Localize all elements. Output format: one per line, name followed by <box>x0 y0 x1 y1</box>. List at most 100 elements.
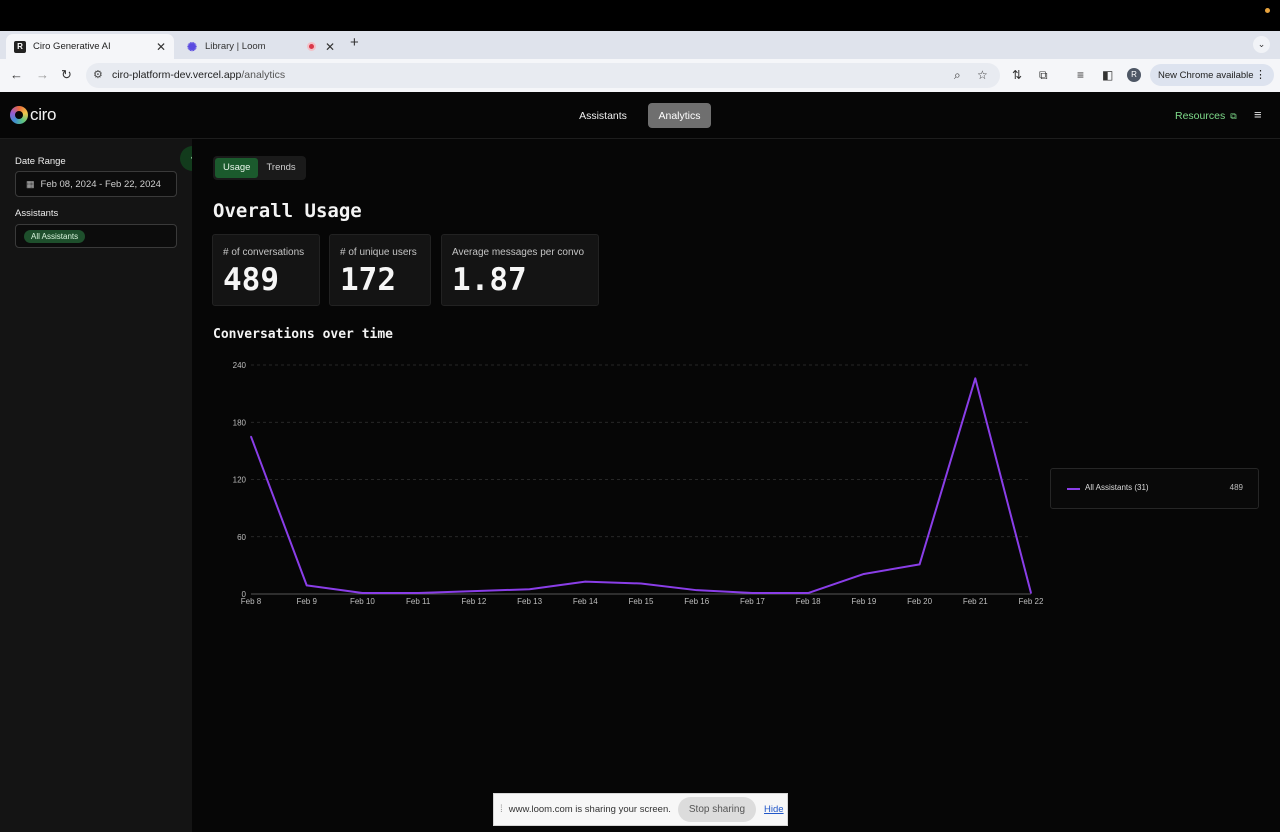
stat-label: # of unique users <box>340 247 417 258</box>
y-tick-label: 240 <box>233 361 247 370</box>
chrome-menu-icon[interactable]: ⋮ <box>1255 68 1266 81</box>
loom-favicon-icon: ✺ <box>186 39 198 54</box>
data-point <box>417 592 419 594</box>
logo-text: ciro <box>30 105 57 124</box>
analytics-main: Usage Trends Overall Usage # of conversa… <box>192 139 1280 832</box>
x-tick-label: Feb 19 <box>851 597 876 606</box>
url-host: ciro-platform-dev.vercel.app <box>112 69 242 81</box>
y-tick-label: 120 <box>233 476 247 485</box>
x-tick-label: Feb 16 <box>684 597 709 606</box>
data-point <box>974 377 977 380</box>
url-path: /analytics <box>241 69 286 81</box>
x-tick-label: Feb 10 <box>350 597 375 606</box>
x-tick-label: Feb 12 <box>461 597 486 606</box>
data-point <box>361 592 364 594</box>
stat-value: 172 <box>340 262 396 298</box>
resources-link[interactable]: Resources ⧉ <box>1175 110 1237 122</box>
legend-swatch <box>1067 488 1080 490</box>
site-info-icon[interactable]: ⚙ <box>93 68 103 81</box>
stop-sharing-button[interactable]: Stop sharing <box>677 797 757 822</box>
x-tick-label: Feb 13 <box>517 597 542 606</box>
usage-trends-tabs: Usage Trends <box>213 156 306 180</box>
stat-value: 1.87 <box>452 262 527 298</box>
browser-tab-ciro[interactable]: R Ciro Generative AI ✕ <box>6 34 174 59</box>
x-tick-label: Feb 14 <box>573 597 598 606</box>
tab-title: Library | Loom <box>205 41 266 52</box>
data-point <box>473 590 475 592</box>
date-range-picker[interactable]: ▦ Feb 08, 2024 - Feb 22, 2024 <box>15 171 177 197</box>
all-assistants-chip[interactable]: All Assistants <box>24 230 86 243</box>
drag-handle-icon[interactable]: ⁞ <box>500 804 503 815</box>
media-control-icon[interactable]: ≡ <box>1077 68 1084 82</box>
calendar-icon: ▦ <box>26 178 35 189</box>
browser-toolbar: ← → ↻ ⚙ ciro-platform-dev.vercel.app/ana… <box>0 59 1280 92</box>
x-tick-label: Feb 8 <box>241 597 262 606</box>
x-tick-label: Feb 11 <box>406 597 431 606</box>
recording-icon <box>306 42 316 51</box>
stat-card-avg-messages: Average messages per convo 1.87 <box>441 234 599 306</box>
new-tab-icon[interactable]: + <box>350 34 359 51</box>
zoom-icon[interactable]: ⌕ <box>954 68 961 83</box>
url-text: ciro-platform-dev.vercel.app/analytics <box>112 69 285 81</box>
data-point <box>305 584 308 587</box>
stat-card-unique-users: # of unique users 172 <box>329 234 431 306</box>
legend-series-total: 489 <box>1229 483 1243 492</box>
resources-label: Resources <box>1175 110 1226 122</box>
extensions-puzzle-icon[interactable]: ⧉ <box>1039 68 1048 83</box>
browser-tab-loom[interactable]: ✺ Library | Loom ✕ <box>178 34 343 59</box>
page-title: Overall Usage <box>213 200 362 222</box>
bookmark-star-icon[interactable]: ☆ <box>977 68 988 82</box>
data-point <box>1030 592 1032 594</box>
assistants-select[interactable]: All Assistants <box>15 224 177 248</box>
stat-label: # of conversations <box>223 247 305 258</box>
close-tab-icon[interactable]: ✕ <box>325 40 335 54</box>
x-tick-label: Feb 20 <box>907 597 932 606</box>
app-header: ciro Assistants Analytics Resources ⧉ ≡ <box>0 92 1280 139</box>
hamburger-menu-icon[interactable]: ≡ <box>1254 107 1262 122</box>
screen-share-bar: ⁞ www.loom.com is sharing your screen. S… <box>493 793 788 826</box>
series-line-all-assistants <box>250 377 1032 595</box>
close-tab-icon[interactable]: ✕ <box>156 40 166 54</box>
conversations-line-chart: 060120180240Feb 8 Feb 9 Feb 10 Feb 11 Feb 12… <box>233 361 1044 606</box>
side-panel-icon[interactable]: ◧ <box>1102 68 1113 82</box>
tab-search-chevron-icon[interactable]: ⌄ <box>1253 36 1270 53</box>
os-menu-bar <box>0 0 1280 31</box>
forward-arrow-icon[interactable]: → <box>36 67 49 82</box>
external-link-icon: ⧉ <box>1230 111 1237 121</box>
x-tick-label: Feb 22 <box>1019 597 1044 606</box>
stat-label: Average messages per convo <box>452 247 585 258</box>
extension-off-icon[interactable]: ⇅ <box>1012 68 1022 82</box>
ciro-logo-icon <box>10 106 28 124</box>
data-point <box>751 592 754 594</box>
data-point <box>863 573 865 575</box>
nav-assistants[interactable]: Assistants <box>568 103 638 128</box>
x-tick-label: Feb 9 <box>296 597 317 606</box>
y-tick-label: 60 <box>237 533 246 542</box>
data-point <box>640 582 642 585</box>
nav-analytics[interactable]: Analytics <box>648 103 711 128</box>
tab-usage[interactable]: Usage <box>215 158 259 178</box>
x-tick-label: Feb 18 <box>796 597 821 606</box>
x-tick-label: Feb 17 <box>740 597 765 606</box>
data-point <box>807 592 809 594</box>
data-point <box>250 435 252 438</box>
browser-tab-strip: R Ciro Generative AI ✕ ✺ Library | Loom … <box>0 31 1280 59</box>
assistants-label: Assistants <box>15 208 59 219</box>
reload-icon[interactable]: ↻ <box>61 67 72 83</box>
address-bar[interactable]: ⚙ ciro-platform-dev.vercel.app/analytics… <box>86 63 1000 88</box>
new-chrome-label: New Chrome available <box>1158 69 1254 81</box>
x-tick-label: Feb 21 <box>963 597 988 606</box>
back-arrow-icon[interactable]: ← <box>10 67 23 82</box>
profile-avatar[interactable]: R <box>1127 68 1141 82</box>
data-point <box>918 563 921 566</box>
chart-legend: All Assistants (31) 489 <box>1050 468 1259 509</box>
hide-link[interactable]: Hide <box>764 804 784 815</box>
ciro-logo[interactable]: ciro <box>10 105 57 125</box>
filters-sidebar: Date Range ▦ Feb 08, 2024 - Feb 22, 2024… <box>0 139 192 832</box>
new-chrome-available-button[interactable]: New Chrome available ⋮ <box>1150 64 1274 86</box>
tab-trends[interactable]: Trends <box>258 158 303 178</box>
data-point <box>584 580 587 583</box>
date-range-label: Date Range <box>15 156 66 167</box>
ciro-favicon-icon: R <box>14 40 26 53</box>
data-point <box>528 588 531 591</box>
